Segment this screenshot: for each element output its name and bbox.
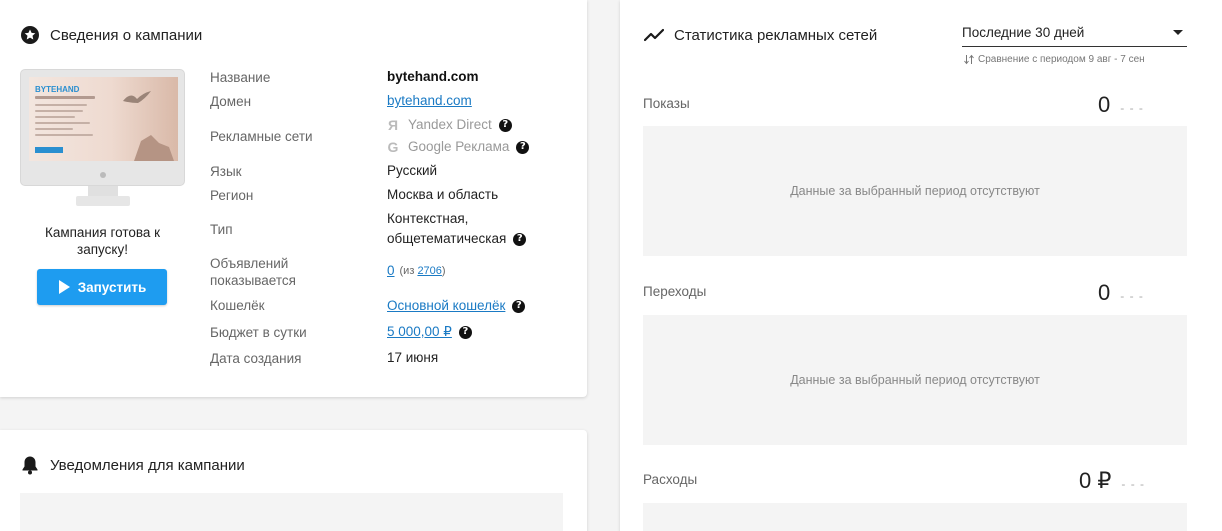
impressions-value: 0- - -: [1098, 92, 1144, 117]
language-label: Язык: [210, 164, 242, 179]
language-value: Русский: [387, 163, 438, 178]
bird-illustration: [123, 91, 151, 103]
spend-value: 0 ₽ - - -: [1079, 468, 1146, 493]
ad-preview-monitor: BYTEHAND: [20, 69, 185, 207]
ads-shown-label: Объявлений показывается: [210, 256, 296, 288]
budget-link[interactable]: 5 000,00 ₽: [387, 321, 452, 343]
spend-label: Расходы: [643, 472, 698, 487]
clicks-value: 0- - -: [1098, 280, 1144, 305]
region-value: Москва и область: [387, 187, 499, 202]
period-select[interactable]: Последние 30 дней: [962, 22, 1187, 47]
impressions-chart-empty: Данные за выбранный период отсутствуют: [643, 126, 1187, 256]
impressions-label: Показы: [643, 96, 690, 111]
ads-total-link[interactable]: 2706: [417, 265, 441, 277]
clicks-trend: - - -: [1120, 289, 1144, 303]
budget-help-icon[interactable]: ?: [458, 325, 472, 339]
google-help-icon[interactable]: ?: [516, 140, 530, 154]
budget-label: Бюджет в сутки: [210, 325, 307, 340]
wallet-value: Основной кошелёк ?: [387, 295, 526, 317]
period-select-value: Последние 30 дней: [962, 25, 1085, 40]
ads-shown-link[interactable]: 0: [387, 260, 395, 282]
launch-button-label: Запустить: [77, 279, 147, 295]
ad-network-stats-card: Статистика рекламных сетей: [620, 0, 1222, 531]
wallet-help-icon[interactable]: ?: [512, 299, 526, 313]
trend-line-icon: [644, 25, 664, 45]
swap-arrows-icon: [964, 54, 974, 65]
created-value: 17 июня: [387, 350, 439, 365]
google-icon: G: [387, 139, 399, 155]
campaign-info-card: Сведения о кампании BYTEHAND Кампания го…: [0, 0, 587, 397]
star-icon: [20, 25, 40, 45]
monitor-frame: BYTEHAND: [20, 69, 185, 186]
campaign-info-title: Сведения о кампании: [20, 25, 202, 45]
play-icon: [58, 280, 70, 294]
wallet-link[interactable]: Основной кошелёк: [387, 295, 505, 317]
chevron-down-icon: [1173, 30, 1183, 35]
impressions-trend: - - -: [1120, 101, 1144, 115]
budget-value: 5 000,00 ₽ ?: [387, 321, 472, 343]
wallet-label: Кошелёк: [210, 298, 265, 313]
rock-illustration: [134, 135, 174, 161]
campaign-info-title-text: Сведения о кампании: [50, 26, 203, 44]
region-label: Регион: [210, 188, 254, 203]
type-label: Тип: [210, 222, 233, 237]
name-label: Название: [210, 70, 271, 85]
domain-label: Домен: [210, 94, 252, 109]
type-value-line-2: общетематическая ?: [387, 228, 527, 250]
ads-shown-value: 0 (из 2706): [387, 260, 446, 282]
domain-link[interactable]: bytehand.com: [387, 90, 472, 112]
type-help-icon[interactable]: ?: [513, 232, 527, 246]
bell-icon: [20, 455, 40, 475]
comparison-period: Сравнение с периодом 9 авг - 7 сен: [964, 54, 1145, 65]
created-label: Дата создания: [210, 351, 302, 366]
network-yandex: Я Yandex Direct ?: [387, 114, 512, 136]
name-value: bytehand.com: [387, 69, 479, 84]
notifications-title-text: Уведомления для кампании: [50, 456, 245, 474]
stats-title: Статистика рекламных сетей: [644, 25, 877, 45]
ad-preview-screen: BYTEHAND: [29, 77, 178, 161]
notifications-title: Уведомления для кампании: [20, 455, 245, 475]
campaign-ready-text: Кампания готова к запуску!: [44, 225, 161, 257]
spend-trend: - - -: [1121, 477, 1146, 491]
notifications-list: [20, 493, 563, 531]
clicks-label: Переходы: [643, 284, 707, 299]
network-google: G Google Реклама ?: [387, 136, 530, 158]
yandex-help-icon[interactable]: ?: [498, 118, 512, 132]
spend-chart-empty: [643, 503, 1187, 531]
type-value-line-1: Контекстная,: [387, 211, 469, 226]
clicks-chart-empty: Данные за выбранный период отсутствуют: [643, 315, 1187, 445]
preview-brand: BYTEHAND: [35, 85, 80, 94]
yandex-icon: Я: [387, 117, 399, 133]
launch-button[interactable]: Запустить: [37, 269, 167, 305]
stats-title-text: Статистика рекламных сетей: [674, 26, 878, 44]
networks-label: Рекламные сети: [210, 129, 313, 144]
